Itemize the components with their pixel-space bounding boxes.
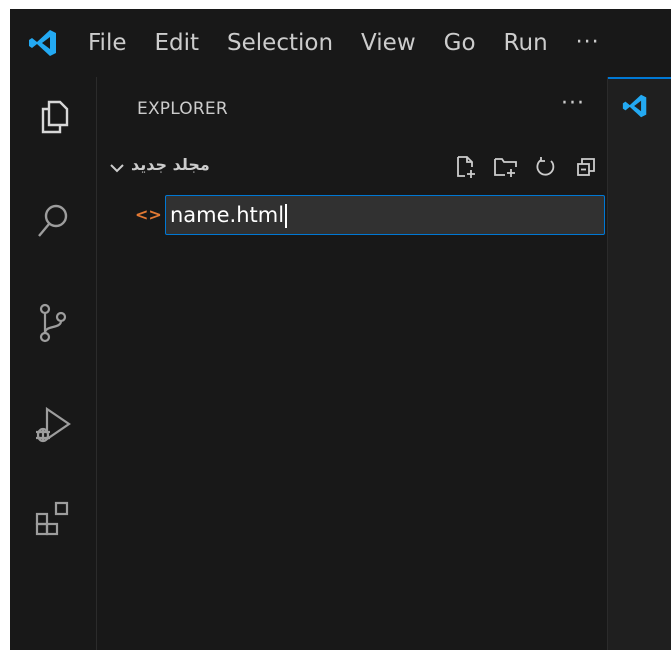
refresh-icon[interactable] <box>533 153 559 181</box>
vscode-tab-logo-icon <box>622 93 648 123</box>
explorer-icon[interactable] <box>10 77 96 157</box>
menu-more-button[interactable]: ··· <box>562 9 614 77</box>
chevron-down-icon[interactable] <box>109 159 125 178</box>
title-bar: File Edit Selection View Go Run ··· <box>10 9 671 77</box>
folder-actions <box>453 153 599 181</box>
collapse-all-icon[interactable] <box>573 153 599 181</box>
search-icon[interactable] <box>10 181 96 261</box>
text-caret <box>285 204 288 228</box>
vscode-window: File Edit Selection View Go Run ··· EXPL… <box>10 9 671 650</box>
extensions-icon[interactable] <box>10 479 96 559</box>
vscode-logo-icon <box>20 9 66 77</box>
menu-edit[interactable]: Edit <box>141 9 214 77</box>
editor-tab[interactable] <box>608 77 671 145</box>
run-debug-icon[interactable] <box>10 385 96 465</box>
folder-name: مجلد جديد <box>131 155 210 174</box>
activity-bar <box>10 77 97 650</box>
sidebar-more-button[interactable]: ··· <box>561 91 585 116</box>
filename-value: name.html <box>170 203 285 227</box>
filename-input[interactable]: name.html <box>165 195 605 235</box>
source-control-icon[interactable] <box>10 283 96 363</box>
sidebar-title: EXPLORER <box>137 99 228 119</box>
menu-run[interactable]: Run <box>490 9 562 77</box>
folder-row[interactable]: مجلد جديد <box>97 151 607 185</box>
editor-area <box>607 77 671 650</box>
menu-bar: File Edit Selection View Go Run ··· <box>66 9 614 77</box>
menu-view[interactable]: View <box>347 9 430 77</box>
explorer-sidebar: EXPLORER ··· مجلد جديد <> name.html <box>97 77 607 650</box>
menu-file[interactable]: File <box>66 9 141 77</box>
new-file-row: <> name.html <box>97 193 607 239</box>
new-file-icon[interactable] <box>453 153 479 181</box>
menu-go[interactable]: Go <box>430 9 490 77</box>
new-folder-icon[interactable] <box>493 153 519 181</box>
menu-selection[interactable]: Selection <box>213 9 347 77</box>
html-file-icon: <> <box>135 205 162 224</box>
